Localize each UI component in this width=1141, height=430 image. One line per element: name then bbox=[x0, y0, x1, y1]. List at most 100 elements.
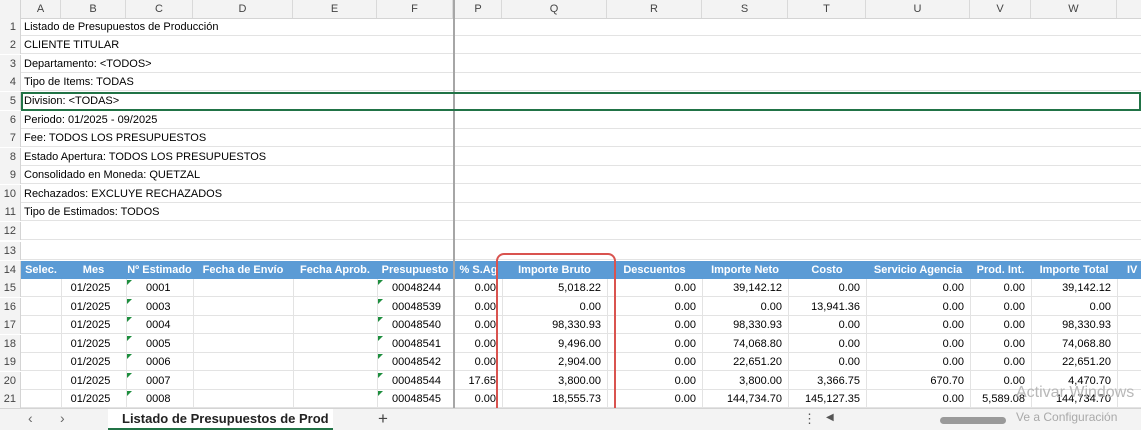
col-header-R[interactable]: R bbox=[607, 0, 702, 18]
sheet-tab-active[interactable]: Listado de Presupuestos de Prod bbox=[108, 409, 333, 430]
cell-servicio[interactable]: 0.00 bbox=[866, 279, 964, 297]
row-header-3[interactable]: 3 bbox=[0, 55, 21, 73]
cell-costo[interactable]: 0.00 bbox=[788, 316, 860, 334]
cell-neto[interactable]: 74,068.80 bbox=[702, 335, 782, 353]
col-header-V[interactable]: V bbox=[970, 0, 1031, 18]
row-header-19[interactable]: 19 bbox=[0, 353, 21, 371]
info-line[interactable]: Tipo de Estimados: TODOS bbox=[24, 206, 160, 218]
cell-costo[interactable]: 0.00 bbox=[788, 279, 860, 297]
info-line[interactable]: Listado de Presupuestos de Producción bbox=[24, 21, 218, 33]
row-header-7[interactable]: 7 bbox=[0, 129, 21, 147]
cell-estimado[interactable]: 0004 bbox=[126, 316, 207, 334]
row-header-12[interactable]: 12 bbox=[0, 222, 21, 240]
col-header-A[interactable]: A bbox=[21, 0, 61, 18]
cell-neto[interactable]: 3,800.00 bbox=[702, 372, 782, 390]
cell-presupuesto[interactable]: 00048539 bbox=[377, 298, 462, 316]
th-fecha-envio[interactable]: Fecha de Envío bbox=[193, 261, 293, 279]
cell-desc[interactable]: 0.00 bbox=[607, 298, 696, 316]
sheet-row[interactable] bbox=[21, 111, 1141, 129]
select-all-corner[interactable] bbox=[0, 0, 21, 18]
cell-desc[interactable]: 0.00 bbox=[607, 279, 696, 297]
info-line[interactable]: Tipo de Items: TODAS bbox=[24, 76, 134, 88]
col-header-Q[interactable]: Q bbox=[502, 0, 607, 18]
cell-neto[interactable]: 144,734.70 bbox=[702, 390, 782, 408]
info-line[interactable]: Consolidado en Moneda: QUETZAL bbox=[24, 169, 200, 181]
sheet-row[interactable] bbox=[21, 55, 1141, 73]
row-header-20[interactable]: 20 bbox=[0, 372, 21, 390]
prev-sheet-icon[interactable]: ‹ bbox=[28, 410, 33, 426]
cell-neto[interactable]: 39,142.12 bbox=[702, 279, 782, 297]
col-header-E[interactable]: E bbox=[293, 0, 377, 18]
cell-desc[interactable]: 0.00 bbox=[607, 335, 696, 353]
row-header-15[interactable]: 15 bbox=[0, 279, 21, 297]
cell-estimado[interactable]: 0007 bbox=[126, 372, 207, 390]
cell-mes[interactable]: 01/2025 bbox=[61, 390, 120, 408]
row-header-18[interactable]: 18 bbox=[0, 335, 21, 353]
cell-presupuesto[interactable]: 00048542 bbox=[377, 353, 462, 371]
more-options-icon[interactable]: ⋮ bbox=[803, 411, 816, 427]
th-iv[interactable]: IV bbox=[1127, 261, 1141, 279]
info-line[interactable]: Estado Apertura: TODOS LOS PRESUPUESTOS bbox=[24, 151, 266, 163]
th-estimado[interactable]: Nº Estimado bbox=[126, 261, 193, 279]
cell-prod[interactable]: 0.00 bbox=[970, 279, 1025, 297]
add-sheet-button[interactable]: + bbox=[378, 409, 388, 429]
th-servicio-agencia[interactable]: Servicio Agencia bbox=[866, 261, 970, 279]
cell-desc[interactable]: 0.00 bbox=[607, 316, 696, 334]
row-header-21[interactable]: 21 bbox=[0, 390, 21, 408]
sheet-row[interactable] bbox=[21, 36, 1141, 54]
cell-estimado[interactable]: 0008 bbox=[126, 390, 207, 408]
th-fecha-aprob[interactable]: Fecha Aprob. bbox=[293, 261, 377, 279]
cell-neto[interactable]: 0.00 bbox=[702, 298, 782, 316]
cell-neto[interactable]: 98,330.93 bbox=[702, 316, 782, 334]
cell-mes[interactable]: 01/2025 bbox=[61, 353, 120, 371]
cell-sag[interactable]: 0.00 bbox=[455, 353, 496, 371]
row-header-9[interactable]: 9 bbox=[0, 166, 21, 184]
info-line[interactable]: Fee: TODOS LOS PRESUPUESTOS bbox=[24, 132, 206, 144]
sheet-row[interactable] bbox=[21, 73, 1141, 91]
th-costo[interactable]: Costo bbox=[788, 261, 866, 279]
cell-total[interactable]: 74,068.80 bbox=[1031, 335, 1111, 353]
col-header-S[interactable]: S bbox=[702, 0, 788, 18]
row-header-4[interactable]: 4 bbox=[0, 73, 21, 91]
cell-servicio[interactable]: 670.70 bbox=[866, 372, 964, 390]
cell-sag[interactable]: 0.00 bbox=[455, 298, 496, 316]
col-header-next[interactable] bbox=[1117, 0, 1141, 18]
cell-prod[interactable]: 0.00 bbox=[970, 316, 1025, 334]
cell-prod[interactable]: 0.00 bbox=[970, 298, 1025, 316]
col-header-B[interactable]: B bbox=[61, 0, 126, 18]
row-header-1[interactable]: 1 bbox=[0, 18, 21, 36]
th-presupuesto[interactable]: Presupuesto bbox=[377, 261, 453, 279]
info-line[interactable]: Rechazados: EXCLUYE RECHAZADOS bbox=[24, 188, 222, 200]
cell-estimado[interactable]: 0001 bbox=[126, 279, 207, 297]
cell-desc[interactable]: 0.00 bbox=[607, 372, 696, 390]
cell-total[interactable]: 98,330.93 bbox=[1031, 316, 1111, 334]
col-header-P[interactable]: P bbox=[455, 0, 502, 18]
cell-total[interactable]: 39,142.12 bbox=[1031, 279, 1111, 297]
col-header-U[interactable]: U bbox=[866, 0, 970, 18]
row-header-17[interactable]: 17 bbox=[0, 316, 21, 334]
col-header-T[interactable]: T bbox=[788, 0, 866, 18]
info-line[interactable]: Periodo: 01/2025 - 09/2025 bbox=[24, 114, 157, 126]
cell-presupuesto[interactable]: 00048544 bbox=[377, 372, 462, 390]
cell-presupuesto[interactable]: 00048540 bbox=[377, 316, 462, 334]
row-header-13[interactable]: 13 bbox=[0, 242, 21, 260]
row-header-5[interactable]: 5 bbox=[0, 92, 21, 110]
cell-desc[interactable]: 0.00 bbox=[607, 390, 696, 408]
cell-servicio[interactable]: 0.00 bbox=[866, 316, 964, 334]
cell-sag[interactable]: 0.00 bbox=[455, 390, 496, 408]
row-header-10[interactable]: 10 bbox=[0, 185, 21, 203]
info-line[interactable]: Departamento: <TODOS> bbox=[24, 58, 152, 70]
cell-estimado[interactable]: 0005 bbox=[126, 335, 207, 353]
next-sheet-icon[interactable]: › bbox=[60, 410, 65, 426]
cell-costo[interactable]: 13,941.36 bbox=[788, 298, 860, 316]
th-prod-int[interactable]: Prod. Int. bbox=[970, 261, 1031, 279]
cell-presupuesto[interactable]: 00048545 bbox=[377, 390, 462, 408]
cell-presupuesto[interactable]: 00048244 bbox=[377, 279, 462, 297]
cell-servicio[interactable]: 0.00 bbox=[866, 335, 964, 353]
scroll-left-icon[interactable]: ◀ bbox=[826, 412, 834, 423]
col-header-C[interactable]: C bbox=[126, 0, 193, 18]
cell-costo[interactable]: 3,366.75 bbox=[788, 372, 860, 390]
col-header-F[interactable]: F bbox=[377, 0, 453, 18]
cell-prod[interactable]: 0.00 bbox=[970, 335, 1025, 353]
cell-sag[interactable]: 0.00 bbox=[455, 316, 496, 334]
